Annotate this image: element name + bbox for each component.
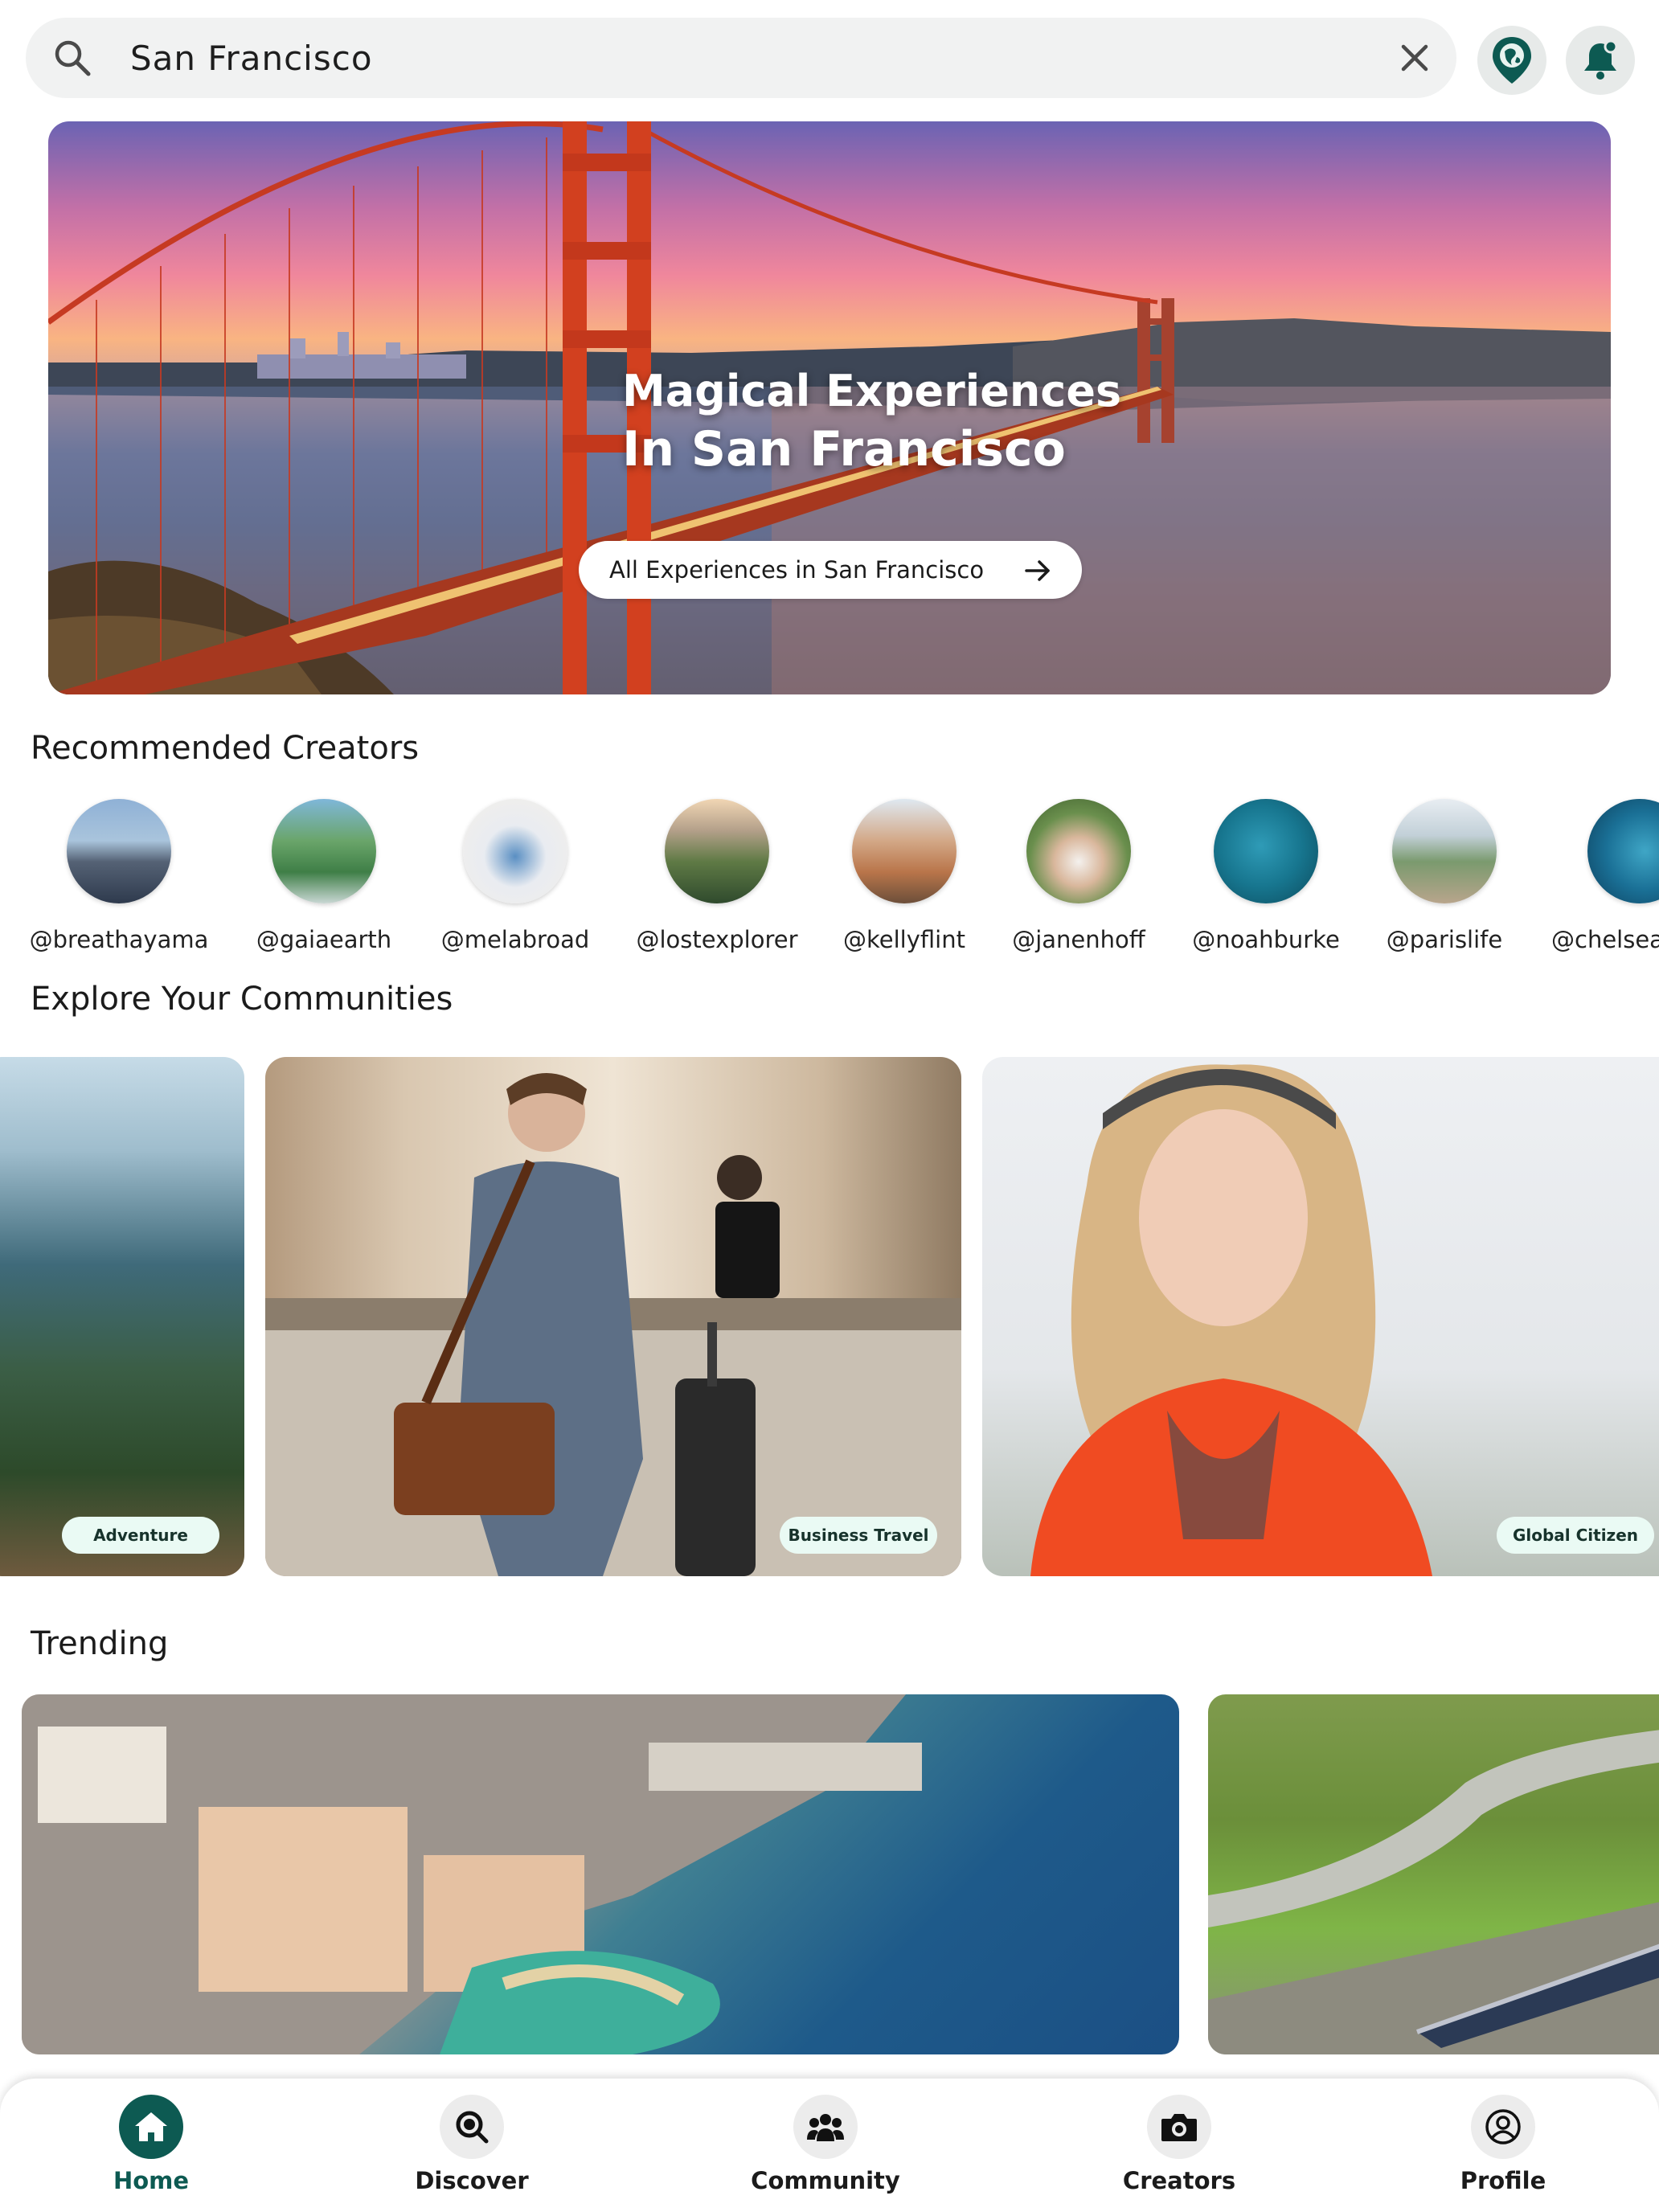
creator-item[interactable]: @parislife [1348,796,1541,965]
creator-handle: @kellyflint [843,926,965,953]
creator-handle: @gaiaearth [256,926,392,953]
creator-item[interactable]: @chelsea [1535,796,1659,965]
creator-item[interactable]: @lostexplorer [621,796,813,965]
community-card-global-citizen[interactable]: Global Citizen [982,1057,1659,1576]
camera-icon [1147,2095,1211,2159]
discover-icon [440,2095,504,2159]
search-input[interactable] [130,34,1336,82]
creator-item[interactable]: @gaiaearth [227,796,420,965]
creator-handle: @chelsea [1551,926,1659,953]
search-icon [55,40,91,76]
avatar [463,799,567,903]
nav-creators-label: Creators [1122,2167,1236,2194]
trending-section-title: Trending [31,1625,169,1662]
community-label: Adventure [62,1517,219,1554]
all-experiences-button[interactable]: All Experiences in San Francisco [579,541,1082,599]
creator-handle: @melabroad [440,926,590,953]
trending-card-monterey[interactable] [22,1694,1179,2054]
business-traveler-illustration [265,1073,961,1576]
nav-home-label: Home [113,2167,190,2194]
avatar [665,799,769,903]
search-bar[interactable] [26,18,1456,98]
hero-title-line2: In San Francisco [622,421,1066,477]
nav-discover-label: Discover [415,2167,529,2194]
notification-button[interactable] [1566,26,1635,95]
nav-community-label: Community [751,2167,900,2194]
community-icon [793,2095,858,2159]
train-landscape-illustration [1208,1730,1659,2054]
nav-discover[interactable]: Discover [383,2079,560,2212]
creator-handle: @janenhoff [1012,926,1145,953]
communities-section-title: Explore Your Communities [31,981,453,1018]
bottom-navigation: Home Discover Community Creators Profile [0,2079,1659,2212]
bell-icon [1584,39,1618,80]
creator-item[interactable]: @melabroad [419,796,612,965]
global-citizen-illustration [1030,1064,1432,1576]
community-label: Business Travel [780,1517,937,1554]
map-button[interactable] [1477,26,1546,95]
creator-item[interactable]: @kellyflint [808,796,1001,965]
creator-item[interactable]: @breathayama [23,796,215,965]
avatar [67,799,171,903]
all-experiences-label: All Experiences in San Francisco [609,556,985,584]
profile-icon [1471,2095,1535,2159]
creator-handle: @parislife [1386,926,1503,953]
creator-handle: @noahburke [1192,926,1340,953]
creator-item[interactable]: @janenhoff [982,796,1175,965]
avatar [1026,799,1131,903]
coastal-town-illustration [22,1694,922,2054]
map-pin-icon [1493,37,1531,84]
nav-profile[interactable]: Profile [1415,2079,1591,2212]
avatar [1392,799,1497,903]
creators-section-title: Recommended Creators [31,730,420,767]
close-icon[interactable] [1392,35,1437,80]
nav-community[interactable]: Community [737,2079,914,2212]
creator-handle: @breathayama [29,926,209,953]
community-label: Global Citizen [1497,1517,1654,1554]
home-icon [119,2095,183,2159]
creator-handle: @lostexplorer [636,926,798,953]
hero-title: Magical Experiences In San Francisco [622,363,1201,478]
arrow-right-icon [1025,560,1050,581]
nav-home[interactable]: Home [63,2079,240,2212]
nav-profile-label: Profile [1460,2167,1546,2194]
creators-row: @breathayama @gaiaearth @melabroad @lost… [0,796,1659,965]
avatar [1587,799,1659,903]
hero-title-line1: Magical Experiences [622,366,1122,416]
community-card-adventure[interactable]: Adventure [0,1057,244,1576]
hero-banner[interactable]: Magical Experiences In San Francisco All… [48,121,1611,694]
avatar [852,799,956,903]
community-card-business-travel[interactable]: Business Travel [265,1057,961,1576]
trending-card-train[interactable] [1208,1694,1659,2054]
nav-creators[interactable]: Creators [1091,2079,1268,2212]
avatar [272,799,376,903]
creator-item[interactable]: @noahburke [1169,796,1362,965]
avatar [1214,799,1318,903]
